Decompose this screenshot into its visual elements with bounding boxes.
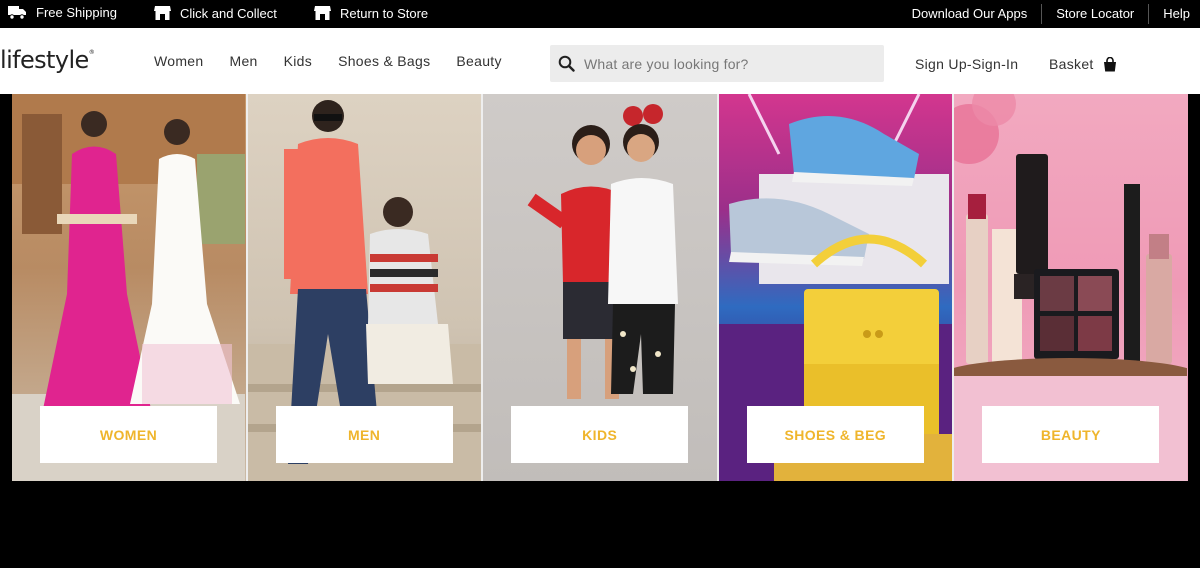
logo-text: lifestyle (0, 46, 89, 74)
category-tile-men[interactable]: MEN (247, 94, 482, 481)
nav-item-women[interactable]: Women (141, 53, 216, 69)
top-links: Download Our Apps Store Locator Help (898, 0, 1200, 28)
store-return-icon (314, 6, 331, 20)
category-button-men[interactable]: MEN (275, 406, 453, 463)
store-locator-link[interactable]: Store Locator (1041, 4, 1148, 24)
search-icon[interactable] (558, 55, 575, 72)
download-apps-link[interactable]: Download Our Apps (898, 4, 1042, 24)
sign-in-link[interactable]: Sign Up-Sign-In (915, 56, 1018, 72)
registered-mark: ® (88, 49, 95, 56)
perk-label: Return to Store (340, 5, 429, 21)
top-info-bar: Free Shipping Click and Collect Return t… (0, 0, 1200, 28)
category-button-kids[interactable]: KIDS (511, 406, 689, 463)
search-input[interactable] (584, 55, 874, 72)
perk-free-shipping[interactable]: Free Shipping (8, 5, 117, 20)
category-tile-women[interactable]: WOMEN (12, 94, 246, 481)
truck-icon (8, 6, 26, 20)
perk-return-to-store[interactable]: Return to Store (314, 5, 428, 21)
basket-link[interactable]: Basket (1049, 56, 1117, 72)
category-button-shoes-bags[interactable]: SHOES & BEG (746, 406, 924, 463)
nav-item-men[interactable]: Men (216, 53, 270, 69)
nav-item-shoes-bags[interactable]: Shoes & Bags (325, 53, 443, 69)
category-button-beauty[interactable]: BEAUTY (982, 406, 1160, 463)
category-tile-shoes-bags[interactable]: SHOES & BEG (718, 94, 953, 481)
category-tile-kids[interactable]: KIDS (483, 94, 717, 481)
category-button-women[interactable]: WOMEN (40, 406, 217, 463)
search-box (550, 45, 884, 82)
category-grid: WOMEN MEN KIDS SHOES & BEG BEAUTY (12, 94, 1188, 481)
help-link[interactable]: Help (1148, 4, 1200, 24)
perk-label: Free Shipping (36, 5, 117, 20)
main-header: lifestyle® Women Men Kids Shoes & Bags B… (0, 28, 1200, 94)
basket-label: Basket (1049, 56, 1094, 72)
nav-item-beauty[interactable]: Beauty (443, 53, 514, 69)
category-tile-beauty[interactable]: BEAUTY (954, 94, 1188, 481)
perk-label: Click and Collect (180, 5, 277, 21)
perk-click-and-collect[interactable]: Click and Collect (154, 5, 277, 21)
brand-logo[interactable]: lifestyle® (0, 46, 95, 74)
nav-item-kids[interactable]: Kids (271, 53, 325, 69)
store-icon (154, 6, 171, 20)
basket-icon (1103, 56, 1116, 71)
primary-nav: Women Men Kids Shoes & Bags Beauty (141, 28, 515, 94)
